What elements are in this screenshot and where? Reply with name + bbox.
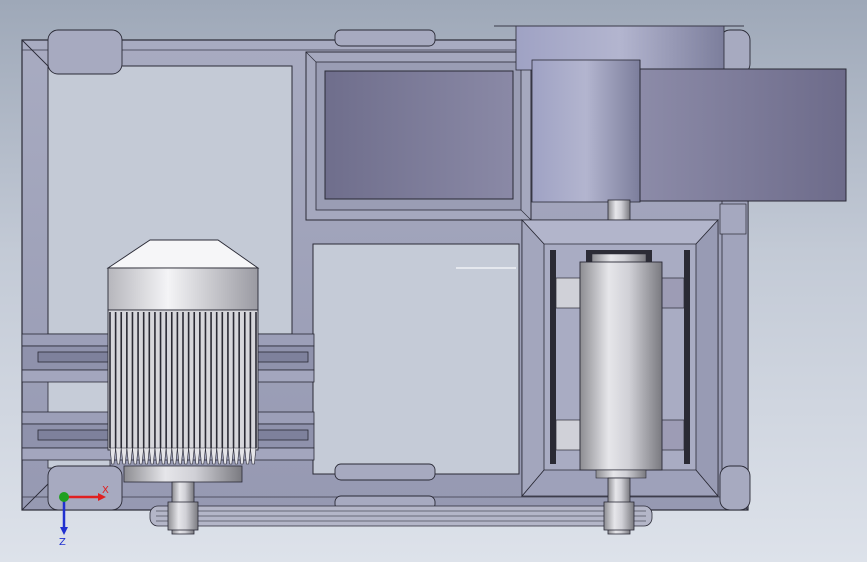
control-box — [305, 51, 532, 221]
machine-model: X Z — [21, 25, 847, 548]
z-axis-label: Z — [59, 537, 66, 548]
y-axis-dot — [59, 492, 69, 502]
drive-belt — [149, 501, 653, 531]
x-axis-label: X — [102, 485, 109, 496]
motor-fins — [109, 312, 257, 465]
cad-viewport[interactable]: X Z — [0, 0, 867, 562]
blower-housing — [494, 25, 847, 203]
z-axis-arrowhead — [60, 527, 68, 535]
